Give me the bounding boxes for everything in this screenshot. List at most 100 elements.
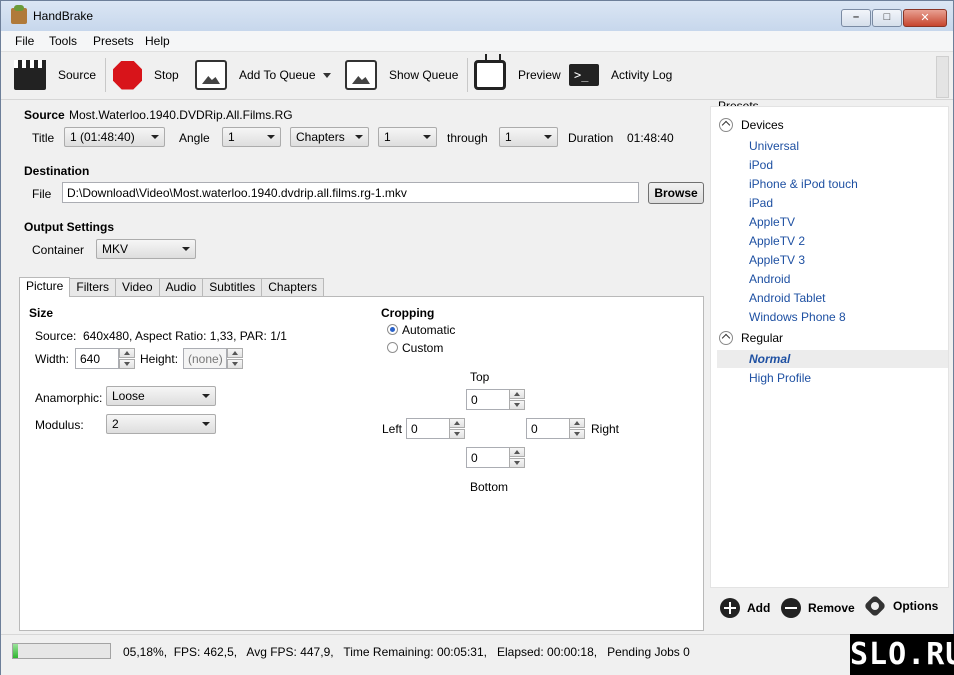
container-select[interactable]: MKV: [96, 239, 196, 259]
width-label: Width:: [35, 352, 70, 366]
preset-universal[interactable]: Universal: [749, 139, 799, 153]
preset-options-button[interactable]: Options: [863, 594, 938, 618]
preview-button[interactable]: Preview: [474, 52, 561, 98]
tab-picture[interactable]: Picture: [19, 277, 71, 297]
spin-up-icon[interactable]: [509, 389, 525, 399]
show-queue-button[interactable]: Show Queue: [345, 52, 458, 98]
spin-down-icon[interactable]: [449, 429, 465, 439]
add-preset-button[interactable]: Add: [720, 598, 770, 618]
crop-left-spinner[interactable]: [449, 418, 465, 439]
width-spinner[interactable]: [119, 348, 135, 369]
title-bar: HandBrake – □ ✕: [1, 1, 953, 31]
spin-up-icon[interactable]: [509, 447, 525, 457]
preset-ipod[interactable]: iPod: [749, 158, 773, 172]
maximize-button[interactable]: □: [872, 9, 902, 27]
remove-preset-label: Remove: [808, 601, 855, 615]
chevron-down-icon: [182, 247, 190, 251]
preset-group-regular[interactable]: Regular: [719, 331, 783, 345]
collapse-icon[interactable]: [719, 118, 733, 132]
preset-high-profile[interactable]: High Profile: [749, 371, 811, 385]
collapse-icon[interactable]: [719, 331, 733, 345]
chapter-end-select[interactable]: 1: [499, 127, 558, 147]
presets-list: Devices Universal iPod iPhone & iPod tou…: [710, 106, 949, 588]
chevron-down-icon: [423, 135, 431, 139]
preset-android-tablet[interactable]: Android Tablet: [749, 291, 826, 305]
preset-windows-phone-8[interactable]: Windows Phone 8: [749, 310, 846, 324]
modulus-label: Modulus:: [35, 418, 84, 432]
menu-presets[interactable]: Presets: [93, 34, 134, 48]
crop-right-value: 0: [531, 422, 538, 436]
crop-top-spinner[interactable]: [509, 389, 525, 410]
duration-value: 01:48:40: [627, 131, 674, 145]
source-section-label: Source: [24, 108, 65, 122]
browse-button[interactable]: Browse: [648, 182, 704, 204]
spin-down-icon[interactable]: [227, 359, 243, 369]
stop-icon: [113, 60, 142, 90]
close-button[interactable]: ✕: [903, 9, 947, 27]
spin-down-icon[interactable]: [119, 359, 135, 369]
preset-iphone-ipod-touch[interactable]: iPhone & iPod touch: [749, 177, 858, 191]
crop-right-input[interactable]: 0: [526, 418, 570, 439]
height-input[interactable]: (none): [183, 348, 227, 369]
preset-appletv[interactable]: AppleTV: [749, 215, 795, 229]
toolbar-overflow-scrollbar[interactable]: [936, 56, 949, 98]
height-spinner[interactable]: [227, 348, 243, 369]
spin-down-icon[interactable]: [569, 429, 585, 439]
destination-file-value: D:\Download\Video\Most.waterloo.1940.dvd…: [67, 186, 407, 200]
preset-appletv-2[interactable]: AppleTV 2: [749, 234, 805, 248]
spin-up-icon[interactable]: [227, 348, 243, 358]
add-preset-label: Add: [747, 601, 771, 615]
menu-help[interactable]: Help: [145, 34, 170, 48]
tab-filters[interactable]: Filters: [69, 278, 117, 296]
preset-ipad[interactable]: iPad: [749, 196, 773, 210]
spin-up-icon[interactable]: [449, 418, 465, 428]
height-label: Height:: [140, 352, 179, 366]
tab-audio[interactable]: Audio: [158, 278, 204, 296]
crop-bottom-input[interactable]: 0: [466, 447, 510, 468]
cropping-custom-radio[interactable]: [387, 342, 398, 353]
add-to-queue-button[interactable]: Add To Queue: [195, 52, 331, 98]
duration-label: Duration: [568, 131, 614, 145]
dropdown-arrow-icon[interactable]: [322, 72, 331, 78]
chevron-down-icon: [544, 135, 552, 139]
output-settings-label: Output Settings: [24, 220, 114, 234]
chapters-mode-select[interactable]: Chapters: [290, 127, 369, 147]
menu-tools[interactable]: Tools: [49, 34, 77, 48]
spin-up-icon[interactable]: [569, 418, 585, 428]
anamorphic-select[interactable]: Loose: [106, 386, 216, 406]
preset-normal[interactable]: Normal: [749, 352, 790, 366]
source-button[interactable]: Source: [14, 52, 96, 98]
spin-up-icon[interactable]: [119, 348, 135, 358]
title-select[interactable]: 1 (01:48:40): [64, 127, 165, 147]
tab-subtitles[interactable]: Subtitles: [202, 278, 263, 296]
crop-top-input[interactable]: 0: [466, 389, 510, 410]
tab-chapters[interactable]: Chapters: [261, 278, 324, 296]
terminal-icon: >_: [569, 64, 599, 86]
preset-group-devices[interactable]: Devices: [719, 118, 784, 132]
modulus-select-value: 2: [112, 417, 119, 431]
encode-progress-bar: [12, 643, 111, 659]
cropping-automatic-radio[interactable]: [387, 324, 398, 335]
spin-down-icon[interactable]: [509, 400, 525, 410]
tab-video[interactable]: Video: [115, 278, 160, 296]
crop-bottom-spinner[interactable]: [509, 447, 525, 468]
destination-file-input[interactable]: D:\Download\Video\Most.waterloo.1940.dvd…: [62, 182, 639, 203]
picture-source-label: Source:: [35, 329, 77, 343]
menu-file[interactable]: File: [15, 34, 34, 48]
preset-android[interactable]: Android: [749, 272, 790, 286]
remove-preset-button[interactable]: Remove: [781, 598, 855, 618]
crop-right-spinner[interactable]: [569, 418, 585, 439]
modulus-select[interactable]: 2: [106, 414, 216, 434]
stop-button[interactable]: Stop: [113, 52, 179, 98]
angle-select[interactable]: 1: [222, 127, 281, 147]
minimize-button[interactable]: –: [841, 9, 871, 27]
crop-left-input[interactable]: 0: [406, 418, 450, 439]
presets-panel: Presets Devices Universal iPod iPhone & …: [710, 99, 953, 629]
size-section-label: Size: [29, 306, 54, 320]
chapter-start-select[interactable]: 1: [378, 127, 437, 147]
preset-appletv-3[interactable]: AppleTV 3: [749, 253, 805, 267]
spin-down-icon[interactable]: [509, 458, 525, 468]
width-input[interactable]: 640: [75, 348, 119, 369]
activity-log-button[interactable]: >_ Activity Log: [569, 52, 672, 98]
anamorphic-label: Anamorphic:: [35, 391, 103, 405]
